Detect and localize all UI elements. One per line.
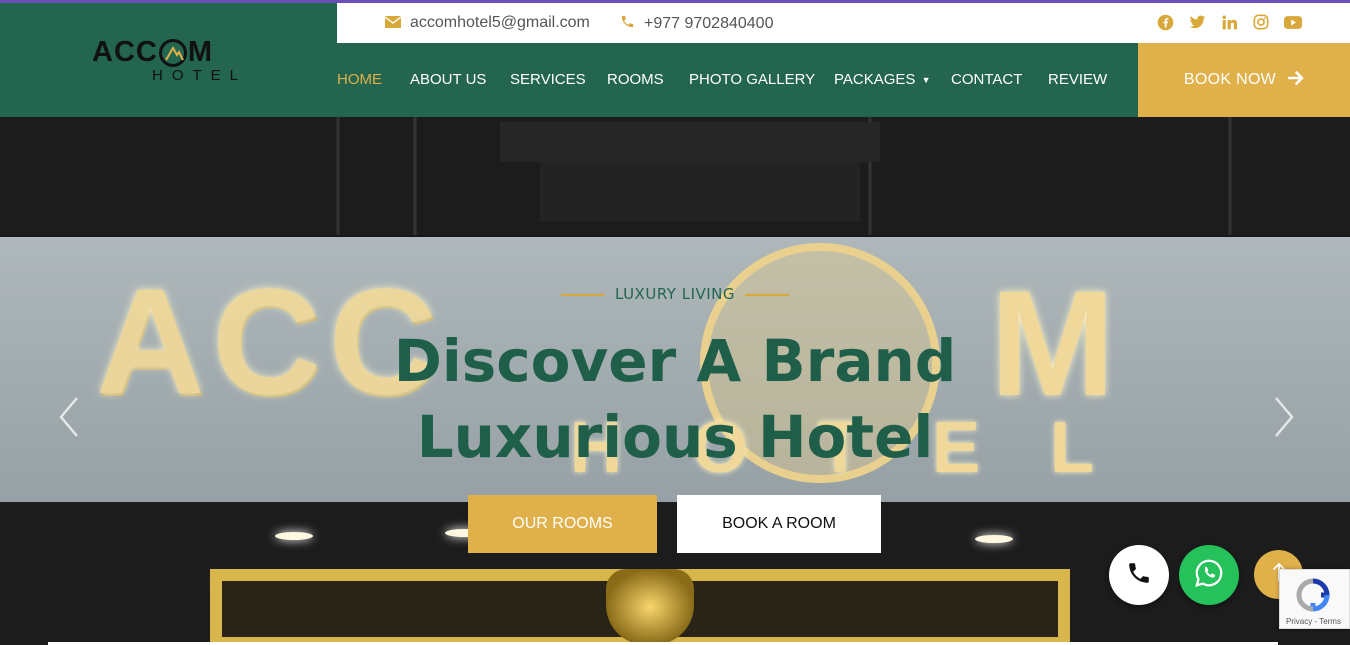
chandelier bbox=[606, 569, 694, 645]
email-text: accomhotel5@gmail.com bbox=[410, 14, 590, 31]
tagline-text: LUXURY LIVING bbox=[614, 285, 736, 303]
nav-item-contact[interactable]: CONTACT bbox=[951, 71, 1022, 88]
hero-background-windows bbox=[0, 117, 1350, 235]
whatsapp-button[interactable] bbox=[1179, 545, 1239, 605]
phone-text: +977 9702840400 bbox=[644, 14, 774, 32]
ceiling-lamp bbox=[275, 532, 313, 540]
twitter-icon[interactable] bbox=[1188, 13, 1206, 31]
slider-next-icon[interactable] bbox=[1268, 394, 1298, 440]
slider-prev-icon[interactable] bbox=[55, 394, 85, 440]
logo-subtitle: HOTEL bbox=[152, 67, 248, 84]
book-now-button[interactable]: BOOK NOW bbox=[1138, 43, 1350, 117]
our-rooms-button[interactable]: OUR ROOMS bbox=[468, 495, 657, 553]
recaptcha-badge[interactable]: Privacy - Terms bbox=[1279, 569, 1350, 629]
recaptcha-icon bbox=[1294, 578, 1332, 612]
top-contact-bar: accomhotel5@gmail.com +977 9702840400 bbox=[337, 3, 1350, 43]
nav-item-packages[interactable]: PACKAGES ▼ bbox=[834, 71, 931, 88]
nav-item-about[interactable]: ABOUT US bbox=[410, 71, 486, 88]
phone-icon bbox=[1126, 560, 1152, 591]
call-button[interactable] bbox=[1109, 545, 1169, 605]
logo-mountain-icon bbox=[158, 38, 187, 67]
phone-icon bbox=[620, 14, 635, 33]
youtube-icon[interactable] bbox=[1284, 13, 1302, 31]
main-nav: HOME ABOUT US SERVICES ROOMS PHOTO GALLE… bbox=[337, 43, 1138, 117]
phone-contact[interactable]: +977 9702840400 bbox=[620, 14, 773, 33]
nav-item-photo-gallery[interactable]: PHOTO GALLERY bbox=[689, 71, 815, 88]
facebook-icon[interactable] bbox=[1156, 13, 1174, 31]
logo-text-left: ACC bbox=[92, 36, 158, 68]
logo[interactable]: ACC M HOTEL bbox=[92, 36, 252, 96]
recaptcha-links[interactable]: Privacy - Terms bbox=[1286, 617, 1341, 626]
nav-item-services[interactable]: SERVICES bbox=[510, 71, 586, 88]
nav-item-home[interactable]: HOME bbox=[337, 71, 382, 88]
logo-wordmark: ACC M bbox=[92, 36, 252, 69]
nav-item-review[interactable]: REVIEW bbox=[1048, 71, 1107, 88]
logo-text-right: M bbox=[187, 36, 214, 68]
whatsapp-icon bbox=[1194, 558, 1224, 593]
nav-item-packages-label: PACKAGES bbox=[834, 71, 916, 88]
email-contact[interactable]: accomhotel5@gmail.com bbox=[384, 14, 590, 32]
instagram-icon[interactable] bbox=[1252, 13, 1270, 31]
linkedin-icon[interactable] bbox=[1220, 13, 1238, 31]
tagline-line-right bbox=[745, 293, 790, 296]
book-a-room-button[interactable]: BOOK A ROOM bbox=[677, 495, 881, 553]
nav-item-rooms[interactable]: ROOMS bbox=[607, 71, 664, 88]
hero-headline: Discover A Brand Luxurious Hotel bbox=[0, 323, 1350, 475]
arrow-right-icon bbox=[1287, 70, 1304, 90]
envelope-icon bbox=[384, 15, 402, 32]
tagline-line-left bbox=[560, 293, 605, 296]
caret-down-icon: ▼ bbox=[921, 75, 931, 86]
headline-line-1: Discover A Brand bbox=[393, 327, 957, 395]
book-now-label: BOOK NOW bbox=[1183, 71, 1277, 88]
hero-tagline: LUXURY LIVING bbox=[0, 285, 1350, 303]
social-links bbox=[1156, 13, 1302, 31]
headline-line-2: Luxurious Hotel bbox=[416, 403, 934, 471]
ceiling-lamp bbox=[975, 535, 1013, 543]
logo-area: ACC M HOTEL bbox=[0, 3, 337, 117]
